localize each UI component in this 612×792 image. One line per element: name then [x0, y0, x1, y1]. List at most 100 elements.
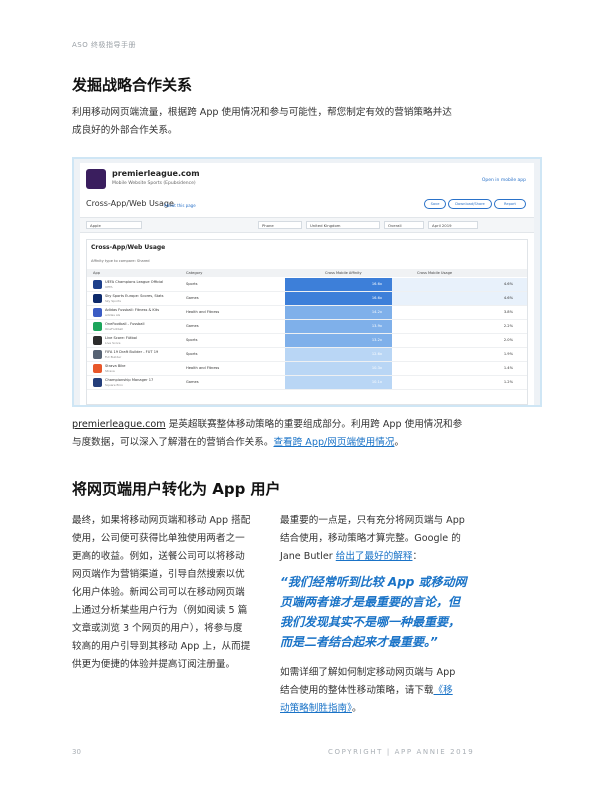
caption-end: 。 [394, 437, 405, 448]
body-line: 如需详细了解如何制定移动网页端与 App [280, 667, 456, 678]
app-category: Health and Fitness [186, 310, 220, 314]
table-row[interactable]: Adidas Fussball: Fitness & Kits adidas AG… [87, 306, 527, 320]
save-button[interactable]: Save [424, 199, 446, 209]
intro-line: 利用移动网页端流量，根据跨 App 使用情况和参与可能性，帮您制定有效的营销策略… [72, 107, 452, 118]
app-name[interactable]: Strava Bike [105, 364, 125, 368]
app-publisher: UEFA [105, 285, 113, 289]
metric-select[interactable]: Overall [384, 221, 424, 229]
usage-panel: Cross-App/Web Usage Affinity type to com… [86, 239, 528, 405]
app-category: Games [186, 324, 199, 328]
premier-league-logo-icon [86, 169, 106, 189]
body-line: 化用户体验。新闻公司可以在移动网页端 [72, 587, 245, 598]
copyright: COPYRIGHT | APP ANNIE 2019 [328, 748, 475, 756]
app-category: Games [186, 296, 199, 300]
column-header-category[interactable]: Category [186, 269, 202, 277]
screen-page-title: Cross-App/Web Usage [86, 199, 174, 208]
date-select[interactable]: April 2019 [428, 221, 478, 229]
usage-cell: 2.2% [392, 320, 527, 333]
quote-line: “我们经常听到比较 App 或移动网 [280, 575, 467, 589]
device-select[interactable]: Phone [258, 221, 302, 229]
intro-line: 成良好的外部合作关系。 [72, 125, 178, 136]
affinity-cell: 12.6x [285, 348, 392, 361]
best-explanation-link[interactable]: 给出了最好的解释 [336, 551, 413, 562]
affinity-cell: 14.2x [285, 306, 392, 319]
usage-cell: 1.2% [392, 376, 527, 389]
body-line: 最重要的一点是，只有充分将网页端与 App [280, 515, 465, 526]
body-line: 文章或浏览 3 个网页的用户），将参与度 [72, 623, 243, 634]
app-name[interactable]: UEFA Champions League Official [105, 280, 163, 284]
body-line: 结合使用，移动策略才算完整。Google 的 [280, 533, 461, 544]
column-header-usage[interactable]: Cross Mobile Usage [417, 269, 452, 277]
body-line: 使用，公司便可获得比单独使用两者之一 [72, 533, 245, 544]
table-row[interactable]: OneFootball - Fussball OneFootball Games 13… [87, 320, 527, 334]
usage-cell: 3.8% [392, 306, 527, 319]
table-row[interactable]: Strava Bike Strava Health and Fitness 10.3x… [87, 362, 527, 376]
running-header: ASO 终极指导手册 [72, 41, 136, 49]
body-line: 较高的用户引导到其移动 App 上，从而提 [72, 641, 251, 652]
app-category: Sports [186, 282, 198, 286]
site-name[interactable]: premierleague.com [112, 169, 200, 178]
table-row[interactable]: Championship Manager 17 Square Enix Games 1… [87, 376, 527, 390]
app-name[interactable]: FIFA 19 Draft Builder - FUT 19 [105, 350, 158, 354]
right-column: 最重要的一点是，只有充分将网页端与 App 结合使用，移动策略才算完整。Goog… [280, 512, 544, 566]
affinity-type-toggle[interactable]: Affinity type to compare: Shared [91, 259, 150, 263]
app-category: Health and Fitness [186, 366, 220, 370]
closing-paragraph: 如需详细了解如何制定移动网页端与 App 结合使用的整体性移动策略，请下载《移 … [280, 664, 544, 718]
app-icon [93, 294, 102, 303]
affinity-cell: 10.3x [285, 362, 392, 375]
app-name[interactable]: OneFootball - Fussball [105, 322, 145, 326]
open-app-link[interactable]: Open in mobile app [482, 178, 526, 183]
download-share-button[interactable]: Download/Share [448, 199, 492, 209]
affinity-cell: 16.6x [285, 292, 392, 305]
view-cross-app-link[interactable]: 查看跨 App/网页端使用情况 [273, 437, 394, 448]
body-line: 网页端作为营销渠道，引导自然搜索以优 [72, 569, 245, 580]
usage-cell: 4.6% [392, 278, 527, 291]
app-name[interactable]: Live Score: Fútbol [105, 336, 137, 340]
left-column: 最终，如果将移动网页端和移动 App 搭配 使用，公司便可获得比单独使用两者之一… [72, 512, 272, 674]
app-icon [93, 336, 102, 345]
app-category: Sports [186, 352, 198, 356]
table-row[interactable]: Sky Sports Europe: Scores, Stats Sky Spor… [87, 292, 527, 306]
app-name[interactable]: Sky Sports Europe: Scores, Stats [105, 294, 164, 298]
column-header-app[interactable]: App [93, 269, 100, 277]
guide-link[interactable]: 《移 [434, 685, 453, 696]
panel-title: Cross-App/Web Usage [91, 244, 166, 251]
affinity-cell: 16.6x [285, 278, 392, 291]
app-icon [93, 378, 102, 387]
store-select[interactable]: Apple [86, 221, 142, 229]
app-publisher: Live Score [105, 341, 121, 345]
app-name[interactable]: Adidas Fussball: Fitness & Kits [105, 308, 159, 312]
body-line: ： [412, 551, 423, 562]
usage-cell: 1.9% [392, 348, 527, 361]
column-header-affinity[interactable]: Cross Mobile Affinity [325, 269, 362, 277]
caption-text: 是英超联赛整体移动策略的重要组成部分。利用跨 App 使用情况和参 [165, 419, 463, 430]
table-row[interactable]: FIFA 19 Draft Builder - FUT 19 Fut Builde… [87, 348, 527, 362]
app-publisher: OneFootball [105, 327, 123, 331]
body-line: Jane Butler [280, 551, 336, 562]
filter-bar: Apple Phone United Kingdom Overall April… [80, 217, 534, 233]
affinity-cell: 10.1x [285, 376, 392, 389]
site-subtitle: Mobile Website Sports (Epubsidence) [112, 181, 196, 186]
usage-cell: 1.4% [392, 362, 527, 375]
body-line: 结合使用的整体性移动策略，请下载 [280, 685, 434, 696]
table-row[interactable]: Live Score: Fútbol Live Score Sports 13.2x 2… [87, 334, 527, 348]
page-number: 30 [72, 748, 81, 756]
table-header: App Category Cross Mobile Affinity Cross… [87, 269, 527, 277]
app-icon [93, 322, 102, 331]
table-row[interactable]: UEFA Champions League Official UEFA Sports… [87, 278, 527, 292]
app-icon [93, 308, 102, 317]
body-line: 供更为便捷的体验并提高订阅注册量。 [72, 659, 236, 670]
app-category: Games [186, 380, 199, 384]
report-button[interactable]: Report [494, 199, 526, 209]
section-intro: 利用移动网页端流量，根据跨 App 使用情况和参与可能性，帮您制定有效的营销策略… [72, 104, 542, 140]
app-publisher: Square Enix [105, 383, 123, 387]
premierleague-link[interactable]: premierleague.com [72, 419, 166, 430]
app-icon [93, 280, 102, 289]
product-screenshot: premierleague.com Mobile Website Sports … [72, 157, 542, 407]
about-page-link[interactable]: About this page [164, 203, 196, 208]
country-select[interactable]: United Kingdom [306, 221, 380, 229]
body-line: 最终，如果将移动网页端和移动 App 搭配 [72, 515, 251, 526]
app-name[interactable]: Championship Manager 17 [105, 378, 153, 382]
guide-link-continued[interactable]: 动策略制胜指南》 [280, 703, 352, 714]
section-heading-conversion: 将网页端用户转化为 App 用户 [72, 480, 281, 498]
